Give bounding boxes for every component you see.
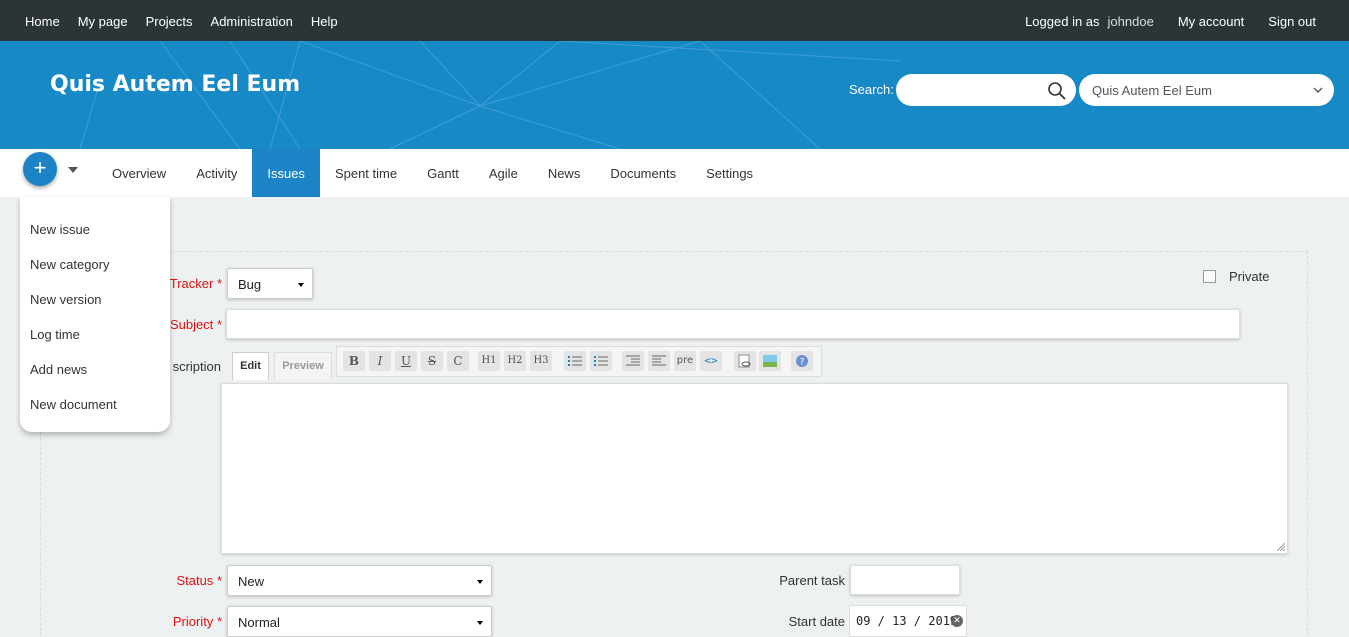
project-header: Quis Autem Eel Eum Search: Quis Autem Ee…	[0, 41, 1349, 149]
top-menu-right: Logged in as johndoe My account Sign out	[1025, 14, 1316, 29]
bold-button[interactable]: B	[343, 351, 365, 371]
current-user-link[interactable]: johndoe	[1108, 14, 1154, 29]
tab-documents[interactable]: Documents	[595, 149, 691, 197]
menu-item-new-category[interactable]: New category	[30, 257, 109, 272]
tab-spent-time[interactable]: Spent time	[320, 149, 412, 197]
sign-out-link[interactable]: Sign out	[1268, 14, 1316, 29]
project-jump-value: Quis Autem Eel Eum	[1092, 83, 1212, 98]
logged-in-label: Logged in as	[1025, 14, 1100, 29]
link-icon[interactable]	[734, 351, 756, 371]
caret-down-icon[interactable]	[68, 167, 78, 173]
menu-item-add-news[interactable]: Add news	[30, 362, 87, 377]
tab-issues[interactable]: Issues	[252, 149, 320, 197]
project-jump-select[interactable]: Quis Autem Eel Eum	[1079, 74, 1334, 106]
heading3-button[interactable]: H3	[530, 351, 552, 371]
svg-text:?: ?	[800, 358, 805, 368]
search-icon[interactable]	[1047, 81, 1067, 101]
unordered-list-icon[interactable]	[564, 351, 586, 371]
strikethrough-button[interactable]: S	[421, 351, 443, 371]
inline-code-button[interactable]: C	[447, 351, 469, 371]
description-textarea[interactable]	[221, 383, 1288, 554]
start-date-label: Start date	[788, 614, 845, 629]
tab-overview[interactable]: Overview	[97, 149, 181, 197]
editor-toolbar: B I U S C H1 H2 H3 pre <> ?	[336, 346, 822, 377]
parent-task-input[interactable]	[850, 565, 960, 595]
italic-button[interactable]: I	[369, 351, 391, 371]
outdent-icon[interactable]	[648, 351, 670, 371]
chevron-down-icon	[1313, 87, 1323, 93]
underline-button[interactable]: U	[395, 351, 417, 371]
code-block-icon[interactable]: <>	[700, 351, 722, 371]
project-title: Quis Autem Eel Eum	[50, 72, 301, 97]
resize-handle-icon[interactable]	[1277, 543, 1285, 551]
top-menu-bar: Home My page Projects Administration Hel…	[0, 0, 1349, 41]
dropdown-arrow-icon	[477, 580, 483, 584]
project-tabs: Overview Activity Issues Spent time Gant…	[97, 149, 768, 197]
menu-item-new-issue[interactable]: New issue	[30, 222, 90, 237]
private-checkbox[interactable]	[1203, 270, 1216, 283]
status-value: New	[238, 574, 265, 589]
status-select[interactable]: New	[227, 565, 492, 596]
editor-edit-tab[interactable]: Edit	[232, 352, 269, 380]
tab-news[interactable]: News	[533, 149, 596, 197]
new-object-button[interactable]: +	[23, 152, 57, 186]
tab-gantt[interactable]: Gantt	[412, 149, 474, 197]
menu-item-log-time[interactable]: Log time	[30, 327, 80, 342]
top-link-my-page[interactable]: My page	[78, 14, 128, 29]
dropdown-arrow-icon	[298, 283, 304, 287]
tab-activity[interactable]: Activity	[181, 149, 252, 197]
parent-task-label: Parent task	[779, 573, 845, 588]
start-date-input[interactable]: 09 / 13 / 2019 ✕	[849, 605, 967, 637]
my-account-link[interactable]: My account	[1178, 14, 1244, 29]
priority-label: Priority *	[172, 614, 222, 629]
search-label: Search:	[849, 82, 894, 97]
new-object-menu: New issue New category New version Log t…	[20, 197, 170, 432]
menu-item-new-version[interactable]: New version	[30, 292, 102, 307]
top-menu-left: Home My page Projects Administration Hel…	[25, 14, 356, 29]
start-date-value: 09 / 13 / 2019	[856, 614, 958, 628]
editor-preview-tab[interactable]: Preview	[274, 352, 332, 380]
clear-icon[interactable]: ✕	[951, 615, 963, 627]
indent-icon[interactable]	[622, 351, 644, 371]
image-icon[interactable]	[759, 351, 781, 371]
priority-value: Normal	[238, 615, 280, 630]
subject-input[interactable]	[226, 309, 1240, 339]
status-label: Status *	[176, 573, 222, 588]
tracker-select[interactable]: Bug	[227, 268, 313, 299]
heading2-button[interactable]: H2	[504, 351, 526, 371]
top-link-projects[interactable]: Projects	[146, 14, 193, 29]
menu-item-new-document[interactable]: New document	[30, 397, 117, 412]
top-link-administration[interactable]: Administration	[211, 14, 293, 29]
preformatted-button[interactable]: pre	[674, 351, 696, 371]
private-label: Private	[1229, 269, 1270, 284]
priority-select[interactable]: Normal	[227, 606, 492, 637]
tab-agile[interactable]: Agile	[474, 149, 533, 197]
heading1-button[interactable]: H1	[478, 351, 500, 371]
top-link-help[interactable]: Help	[311, 14, 338, 29]
help-icon[interactable]: ?	[791, 351, 813, 371]
top-link-home[interactable]: Home	[25, 14, 60, 29]
tab-settings[interactable]: Settings	[691, 149, 768, 197]
tracker-value: Bug	[238, 277, 262, 292]
dropdown-arrow-icon	[477, 621, 483, 625]
ordered-list-icon[interactable]	[590, 351, 612, 371]
